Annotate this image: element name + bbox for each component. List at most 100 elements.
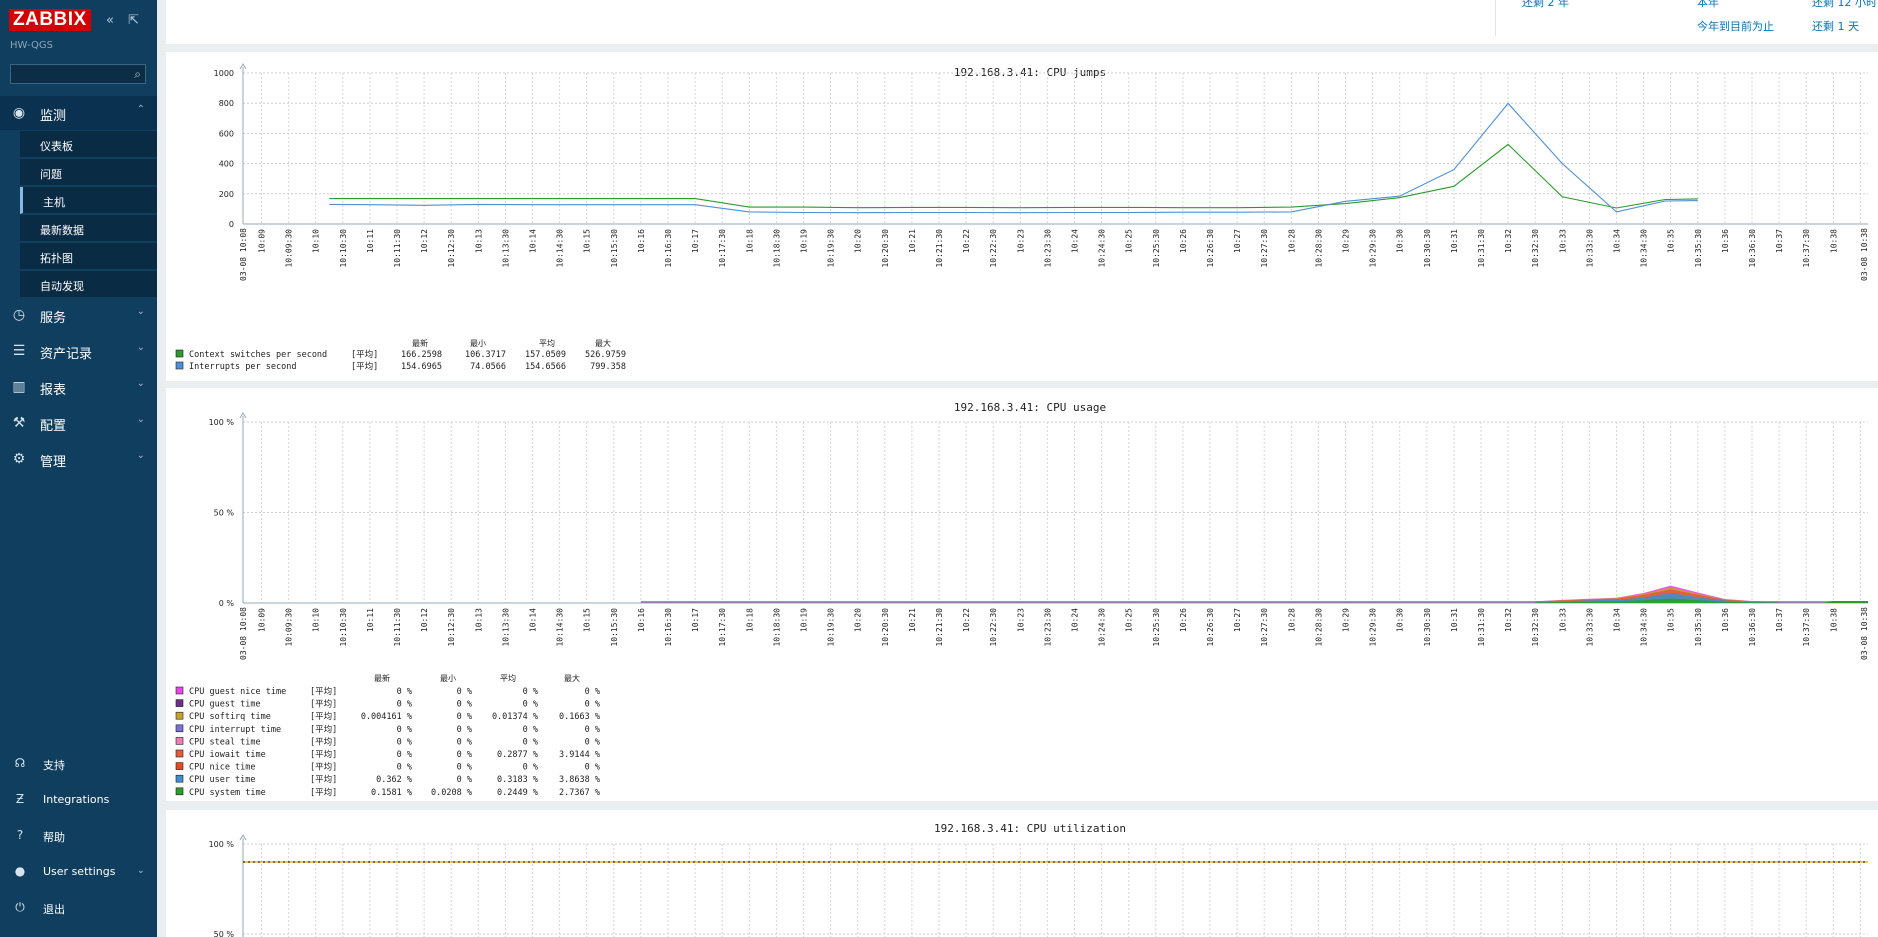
legend-value-avg: 0 %: [523, 737, 538, 747]
kiosk-mode-icon[interactable]: ⇱: [128, 13, 139, 28]
legend-value-last: 154.6965: [401, 362, 442, 372]
x-tick-label: 10:11: [366, 229, 375, 253]
x-tick-label: 10:22:30: [989, 229, 998, 268]
nav-administration[interactable]: ⚙ 管理 ⌄: [0, 442, 157, 476]
x-tick-label: 10:11:30: [393, 229, 402, 268]
nav-hosts-label: 主机: [43, 196, 65, 209]
x-tick-label: 10:34:30: [1640, 608, 1649, 647]
x-tick-label: 10:16: [637, 229, 646, 253]
nav-services[interactable]: ◷ 服务 ⌄: [0, 298, 157, 332]
graph-cpu-usage: 192.168.3.41: CPU usage 100 % 50 % 0 % 10:…: [166, 388, 1878, 801]
legend-agg: [平均]: [310, 699, 337, 710]
x-tick-label: 10:34: [1613, 229, 1622, 253]
nav-inventory[interactable]: ☰ 资产记录 ⌄: [0, 334, 157, 368]
x-tick-label: 10:14: [529, 229, 538, 253]
time-link-prev-1d[interactable]: 还剩 1 天: [1812, 18, 1859, 34]
time-link-year-to-date[interactable]: 今年到目前为止: [1697, 18, 1774, 34]
legend-swatch: [175, 762, 184, 770]
legend-agg: [平均]: [310, 711, 337, 722]
nav-administration-label: 管理: [40, 455, 67, 470]
x-tick-label: 10:11: [366, 608, 375, 632]
legend-value-max: 3.8638 %: [559, 775, 600, 785]
search-icon[interactable]: ⌕: [134, 67, 141, 82]
legend-series-name: CPU guest time: [189, 700, 261, 710]
legend-value-avg: 0.2877 %: [497, 750, 538, 760]
zabbix-logo[interactable]: ZABBIX: [9, 9, 91, 31]
y-tick-label: 50 %: [214, 930, 235, 937]
y-axis-ticks: 100 % 50 %: [209, 840, 235, 937]
x-tick-label: 10:20:30: [881, 608, 890, 647]
legend-agg: [平均]: [310, 774, 337, 785]
legend-value-min: 0 %: [457, 725, 472, 735]
nav-monitoring[interactable]: ◉ 监测 ⌃: [0, 96, 157, 130]
x-tick-label: 10:28:30: [1314, 229, 1323, 268]
nav-dashboard[interactable]: 仪表板: [20, 131, 157, 158]
x-tick-label: 10:10: [312, 608, 321, 632]
time-link-prev-12h[interactable]: 还剩 12 小时: [1812, 0, 1877, 10]
x-tick-label: 10:24: [1071, 608, 1080, 632]
x-tick-label: 10:18: [745, 608, 754, 632]
legend-value-max: 526.9759: [585, 350, 626, 360]
x-tick-label: 10:23:30: [1043, 608, 1052, 647]
graph-series: [329, 102, 1698, 214]
x-tick-label: 10:33:30: [1585, 229, 1594, 268]
nav-problems[interactable]: 问题: [20, 159, 157, 186]
y-tick-label: 100 %: [209, 418, 235, 427]
search-input[interactable]: ⌕: [10, 64, 146, 84]
legend-swatch: [175, 686, 184, 695]
legend-value-min: 0.0208 %: [431, 788, 472, 798]
x-tick-label: 10:26: [1179, 608, 1188, 632]
nav-discovery[interactable]: 自动发现: [20, 271, 157, 298]
legend-value-avg: 0.2449 %: [497, 788, 538, 798]
x-tick-label: 10:32:30: [1531, 608, 1540, 647]
x-tick-label: 10:17: [691, 608, 700, 632]
nav-latest-data[interactable]: 最新数据: [20, 215, 157, 242]
x-tick-label: 10:29: [1342, 229, 1351, 253]
nav-user-settings[interactable]: ● User settings ⌄: [0, 856, 157, 888]
x-tick-label: 10:22: [962, 608, 971, 632]
x-tick-label: 10:16:30: [664, 608, 673, 647]
x-tick-label: 10:29:30: [1369, 229, 1378, 268]
legend-value-min: 0 %: [457, 737, 472, 747]
legend-value-avg: 0 %: [523, 687, 538, 697]
legend-agg: [平均]: [310, 736, 337, 747]
y-tick-label: 1000: [214, 69, 234, 78]
time-link-this-year[interactable]: 本年: [1697, 0, 1719, 10]
x-tick-label: 10:10:30: [339, 608, 348, 647]
x-tick-label: 10:32: [1504, 608, 1513, 632]
legend-value-avg: 157.0509: [525, 350, 566, 360]
legend-header-avg: 平均: [500, 673, 516, 683]
nav-integrations[interactable]: Ƶ Integrations: [0, 784, 157, 816]
graph-grid: [239, 412, 1868, 604]
legend-series-name: CPU softirq time: [189, 712, 271, 722]
legend-value-last: 0.004161 %: [361, 712, 412, 722]
x-axis-ticks: 10:09 10:09:30 10:10 10:10:30 10:11 10:11:30 1…: [239, 228, 1869, 281]
question-icon: ?: [16, 828, 24, 842]
legend-swatch: [175, 724, 184, 733]
collapse-sidebar-icon[interactable]: «: [106, 13, 114, 28]
chevron-down-icon: ⌄: [136, 450, 145, 461]
nav-hosts[interactable]: 主机: [20, 187, 157, 214]
nav-support-label: 支持: [43, 759, 65, 772]
x-tick-label: 10:25: [1125, 608, 1134, 632]
cpu-utilization-svg: 192.168.3.41: CPU utilization 100 % 50 %: [209, 822, 1868, 937]
x-tick-label: 10:31:30: [1477, 608, 1486, 647]
nav-maps[interactable]: 拓扑图: [20, 243, 157, 270]
x-tick-label: 10:33:30: [1585, 608, 1594, 647]
x-tick-label: 10:35: [1667, 608, 1676, 632]
legend-swatch: [175, 749, 184, 758]
x-tick-label: 10:21: [908, 608, 917, 632]
x-tick-label: 10:19: [800, 608, 809, 632]
nav-sign-out[interactable]: ⏻ 退出: [0, 892, 157, 924]
nav-configuration[interactable]: ⚒ 配置 ⌄: [0, 406, 157, 440]
nav-reports[interactable]: ▥ 报表 ⌄: [0, 370, 157, 404]
x-tick-label: 10:14: [529, 608, 538, 632]
x-tick-label: 10:37:30: [1802, 229, 1811, 268]
nav-help[interactable]: ? 帮助: [0, 820, 157, 852]
legend-swatch: [175, 711, 184, 720]
nav-support[interactable]: ☊ 支持: [0, 748, 157, 780]
x-tick-label: 10:28: [1287, 608, 1296, 632]
x-tick-label: 10:19:30: [827, 608, 836, 647]
time-link-prev-2y[interactable]: 还剩 2 年: [1522, 0, 1569, 10]
chevron-down-icon: ⌄: [136, 342, 145, 353]
